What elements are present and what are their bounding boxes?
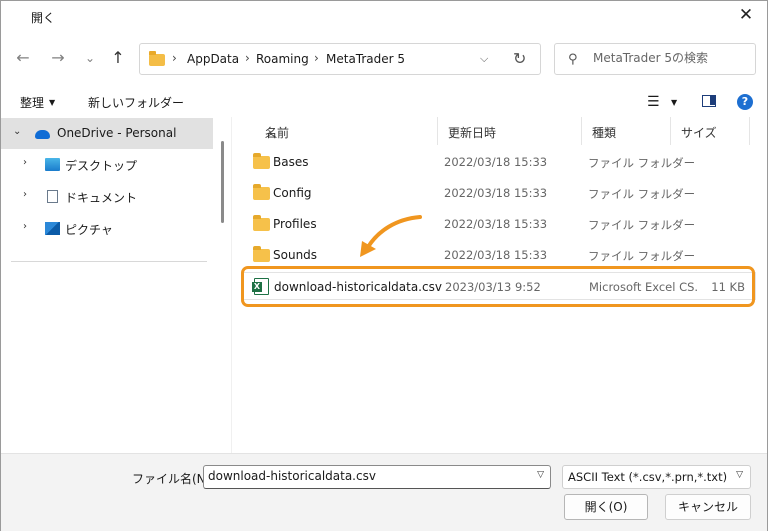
file-name: Config [273,186,312,200]
sidebar-item-label: OneDrive - Personal [57,126,177,140]
file-row-bases[interactable]: Bases 2022/03/18 15:33 ファイル フォルダー [243,148,756,176]
column-header-size[interactable]: サイズ [671,117,750,145]
filename-combobox[interactable]: ▽ [203,465,551,489]
collapsed-chevron-icon[interactable]: › [23,221,27,232]
open-button[interactable]: 開く(O) [564,494,648,520]
breadcrumb-roaming[interactable]: Roaming [256,52,309,66]
sidebar-item-documents[interactable]: › ドキュメント [1,181,213,212]
file-name: Bases [273,155,309,169]
pictures-icon [45,222,60,235]
sidebar-item-pictures[interactable]: › ピクチャ [1,213,213,244]
chevron-down-icon[interactable]: ▽ [537,470,544,480]
chevron-down-icon: ▽ [736,470,743,480]
filetype-value: ASCII Text (*.csv,*.prn,*.txt) [568,470,728,484]
close-icon[interactable]: ✕ [733,4,759,28]
file-row-config[interactable]: Config 2022/03/18 15:33 ファイル フォルダー [243,179,756,207]
folder-icon [253,184,270,200]
address-bar[interactable]: › AppData › Roaming › MetaTrader 5 ⌵ ↻ [139,43,541,75]
preview-pane-icon[interactable] [702,95,716,107]
sidebar-item-label: デスクトップ [65,159,138,173]
divider [11,261,207,262]
cloud-icon [35,130,50,139]
dialog-footer: ファイル名(N): ▽ ASCII Text (*.csv,*.prn,*.tx… [1,453,767,531]
breadcrumb-appdata[interactable]: AppData [187,52,239,66]
organize-button[interactable]: 整理 ▼ [20,94,55,111]
search-input[interactable] [593,51,748,65]
file-date: 2022/03/18 15:33 [444,217,548,231]
desktop-icon [45,158,60,171]
navigation-bar: ← → ⌄ ↑ › AppData › Roaming › MetaTrader… [1,41,767,77]
search-box[interactable]: ⚲ [554,43,756,75]
filename-input[interactable] [208,469,518,483]
title-bar: 開く ✕ [1,1,767,31]
filetype-select[interactable]: ASCII Text (*.csv,*.prn,*.txt) ▽ [562,465,751,489]
recent-locations-chevron-icon[interactable]: ⌄ [79,47,101,69]
organize-label: 整理 [20,96,45,110]
breadcrumb-separator-icon: › [172,51,177,65]
folder-icon [253,215,270,231]
annotation-arrow-icon [360,215,422,257]
cancel-button[interactable]: キャンセル [665,494,751,520]
file-name: Sounds [273,248,318,262]
sidebar-item-label: ドキュメント [65,191,138,205]
up-arrow-icon[interactable]: ↑ [107,47,129,69]
column-header-label: サイズ [681,126,717,140]
collapsed-chevron-icon[interactable]: › [23,157,27,168]
folder-icon [149,51,165,66]
breadcrumb-separator-icon: › [314,51,319,65]
back-arrow-icon[interactable]: ← [12,47,34,69]
search-icon: ⚲ [568,52,578,67]
help-icon[interactable]: ? [737,94,753,110]
open-file-dialog: 開く ✕ ← → ⌄ ↑ › AppData › Roaming › MetaT… [0,0,768,531]
organize-dropdown-icon: ▼ [49,98,56,107]
dialog-title: 開く [31,11,56,25]
navigation-pane: ⌄ OneDrive - Personal › デスクトップ › ドキュメント … [1,117,215,453]
view-dropdown-icon[interactable]: ▼ [671,98,677,107]
command-bar: 整理 ▼ 新しいフォルダー ☰ ▼ ? [1,89,767,115]
forward-arrow-icon[interactable]: → [47,47,69,69]
file-name: Profiles [273,217,317,231]
new-folder-button[interactable]: 新しいフォルダー [88,94,184,111]
collapsed-chevron-icon[interactable]: › [23,189,27,200]
column-header-date[interactable]: 更新日時 [438,117,582,145]
column-header-type[interactable]: 種類 [582,117,671,145]
column-header-label: 更新日時 [448,126,497,140]
sidebar-item-desktop[interactable]: › デスクトップ [1,149,213,180]
refresh-icon[interactable]: ↻ [513,49,526,68]
address-dropdown-chevron-icon[interactable]: ⌵ [480,52,488,66]
file-date: 2022/03/18 15:33 [444,155,548,169]
documents-icon [47,190,58,203]
view-options-icon[interactable]: ☰ [647,94,660,110]
highlight-annotation-box [241,266,755,307]
file-type: ファイル フォルダー [588,218,696,232]
sort-ascending-icon: ︿ [265,126,278,140]
file-row-sounds[interactable]: Sounds 2022/03/18 15:33 ファイル フォルダー [243,241,756,269]
file-date: 2022/03/18 15:33 [444,186,548,200]
expanded-chevron-icon[interactable]: ⌄ [13,126,21,137]
file-type: ファイル フォルダー [588,249,696,263]
column-header-name[interactable]: 名前 ︿ [255,117,438,145]
file-row-profiles[interactable]: Profiles 2022/03/18 15:33 ファイル フォルダー [243,210,756,238]
file-type: ファイル フォルダー [588,187,696,201]
breadcrumb-separator-icon: › [245,51,250,65]
folder-icon [253,246,270,262]
folder-icon [253,153,270,169]
sidebar-item-label: ピクチャ [65,223,113,237]
navigation-pane-scrollbar[interactable] [221,141,224,223]
column-header-label: 種類 [592,126,617,140]
breadcrumb-metatrader5[interactable]: MetaTrader 5 [326,52,405,66]
file-type: ファイル フォルダー [588,156,696,170]
sidebar-item-onedrive[interactable]: ⌄ OneDrive - Personal [1,118,213,149]
file-date: 2022/03/18 15:33 [444,248,548,262]
